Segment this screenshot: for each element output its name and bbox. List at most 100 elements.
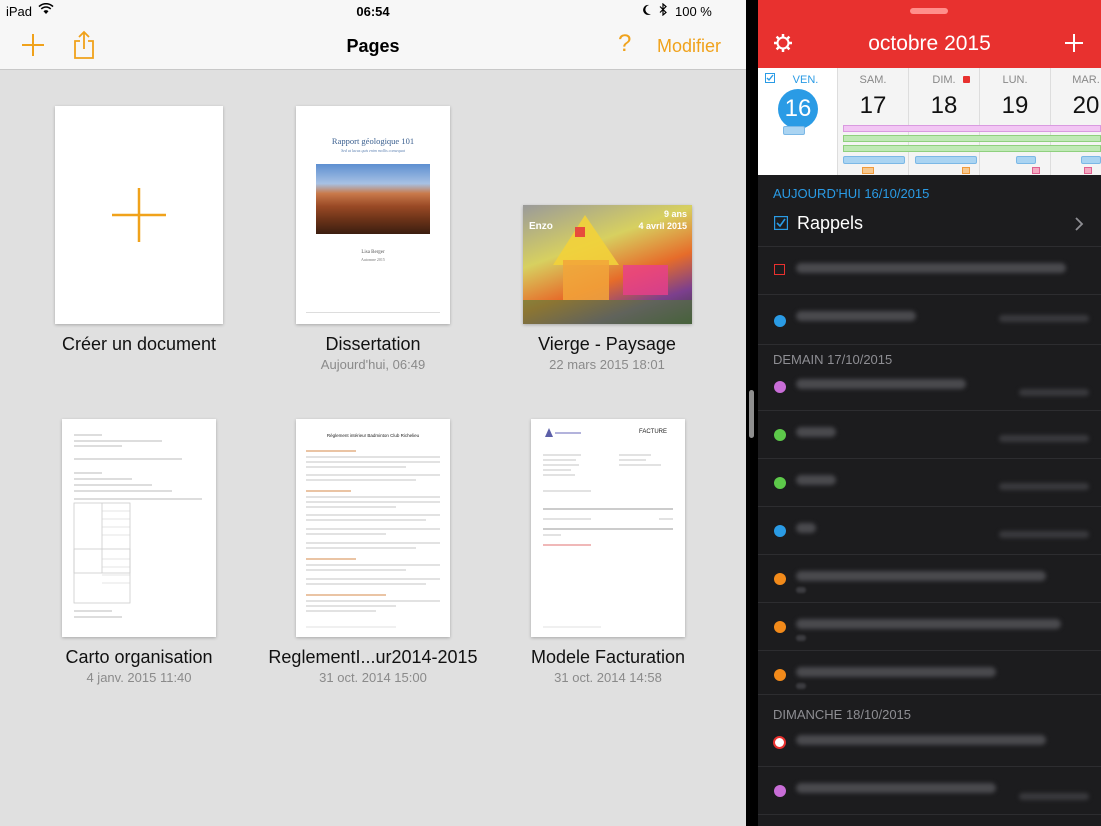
moon-icon	[643, 4, 651, 15]
day-name: SAM.	[859, 74, 887, 86]
reminder-checkbox[interactable]	[774, 264, 785, 275]
redacted-time	[999, 531, 1089, 538]
calendar-color-dot	[774, 621, 786, 633]
document-name: Vierge - Paysage	[538, 334, 676, 354]
document-text-lines	[306, 450, 440, 628]
week-strip: VEN. 16 SAM. 17 DIM. 18 LUN. 19 MAR. 20	[758, 68, 1101, 175]
event-marker	[962, 167, 970, 174]
event-row[interactable]	[758, 767, 1101, 815]
chevron-right-icon	[1075, 217, 1084, 231]
event-marker	[1081, 156, 1101, 164]
thumb-subtitle: Sed ut lacus quis enim mollis consequat	[341, 148, 405, 153]
plus-icon	[1065, 34, 1083, 52]
redacted-text	[796, 311, 916, 321]
calendar-color-dot	[774, 785, 786, 797]
calendar-top-strip	[758, 0, 1101, 22]
status-bar-right-items: 100 %	[640, 3, 746, 19]
redacted-text	[796, 427, 836, 437]
calendar-color-dot	[774, 477, 786, 489]
event-marker	[1016, 156, 1036, 164]
document-thumbnail[interactable]: Enzo 9 ans 4 avril 2015	[523, 205, 692, 324]
checkbox-icon	[774, 216, 788, 230]
status-bar: iPad 06:54	[0, 0, 746, 22]
event-marker	[1032, 167, 1040, 174]
reminders-row[interactable]: Rappels	[758, 201, 1101, 247]
document-text-lines	[73, 434, 202, 618]
event-bar[interactable]	[843, 125, 1101, 132]
day-number: 19	[1001, 92, 1029, 119]
calendar-color-dot	[774, 381, 786, 393]
redacted-time	[999, 483, 1089, 490]
event-row[interactable]	[758, 459, 1101, 507]
redacted-text	[796, 635, 806, 641]
redacted-text	[796, 619, 1061, 629]
calendar-color-dot	[774, 429, 786, 441]
document-thumbnail[interactable]: FACTURE	[531, 419, 685, 637]
event-marker	[915, 156, 977, 164]
day-column-today[interactable]: VEN. 16	[758, 68, 838, 175]
reminders-label: Rappels	[797, 213, 864, 233]
event-marker	[862, 167, 874, 174]
document-date: 22 mars 2015 18:01	[549, 357, 665, 372]
thumb-footer-rule	[306, 312, 440, 313]
day-name: VEN.	[792, 74, 819, 86]
calendar-color-dot	[774, 525, 786, 537]
divider-handle[interactable]	[749, 390, 754, 438]
battery-percent: 100 %	[675, 4, 712, 19]
event-bar[interactable]	[843, 145, 1101, 152]
day-number: 20	[1072, 92, 1100, 119]
thumb-name: Enzo	[529, 221, 553, 232]
event-bar[interactable]	[843, 135, 1101, 142]
redacted-text	[796, 735, 1046, 745]
document-thumbnail[interactable]: Règlement intérieur Badminton Club Riche…	[296, 419, 450, 637]
event-row[interactable]	[758, 651, 1101, 695]
redacted-time	[999, 435, 1089, 442]
event-row[interactable]	[758, 363, 1101, 411]
thumb-day: 4 avril 2015	[638, 221, 687, 231]
event-row[interactable]	[758, 719, 1101, 767]
document-name: ReglementI...ur2014-2015	[268, 647, 478, 667]
document-name: Modele Facturation	[530, 647, 686, 667]
redacted-time	[999, 315, 1089, 322]
event-row[interactable]	[758, 295, 1101, 345]
gift-icon	[963, 76, 970, 83]
redacted-text	[796, 263, 1066, 273]
calendar-color-dot	[774, 573, 786, 585]
edit-button[interactable]: Modifier	[657, 36, 721, 57]
gift-icon	[773, 736, 786, 749]
calendar-color-dot	[774, 669, 786, 681]
status-time: 06:54	[356, 4, 390, 19]
slide-over-grabber[interactable]	[910, 8, 948, 14]
document-thumbnail[interactable]	[62, 419, 216, 637]
redacted-time	[1019, 389, 1089, 396]
section-header-today: AUJOURD'HUI 16/10/2015	[773, 186, 930, 201]
document-name: Créer un document	[61, 334, 217, 354]
event-row[interactable]	[758, 603, 1101, 651]
day-name: LUN.	[1002, 74, 1028, 86]
document-date: 31 oct. 2014 15:00	[319, 670, 427, 685]
thumb-title: Rapport géologique 101	[331, 136, 415, 146]
add-event-button[interactable]	[1064, 33, 1084, 58]
split-view-divider[interactable]	[746, 0, 758, 826]
day-number: 17	[859, 92, 887, 119]
redacted-text	[796, 571, 1046, 581]
event-row[interactable]	[758, 555, 1101, 603]
month-title[interactable]: octobre 2015	[758, 32, 1101, 56]
event-marker	[843, 156, 905, 164]
create-document-thumbnail[interactable]	[55, 106, 223, 324]
redacted-time	[1019, 793, 1089, 800]
page-title: Pages	[346, 36, 400, 56]
redacted-text	[796, 667, 996, 677]
thumb-author: Lisa Berger	[361, 250, 385, 255]
help-button[interactable]: ?	[618, 30, 631, 58]
calendar-color-dot	[774, 315, 786, 327]
event-row[interactable]	[758, 247, 1101, 295]
event-row[interactable]	[758, 411, 1101, 459]
event-row[interactable]	[758, 507, 1101, 555]
canyon-image	[316, 164, 430, 234]
event-marker	[1084, 167, 1092, 174]
document-name: Dissertation	[325, 334, 421, 354]
document-thumbnail[interactable]: Rapport géologique 101 Sed ut lacus quis…	[296, 106, 450, 324]
thumb-age: 9 ans	[663, 209, 687, 219]
redacted-text	[796, 683, 806, 689]
